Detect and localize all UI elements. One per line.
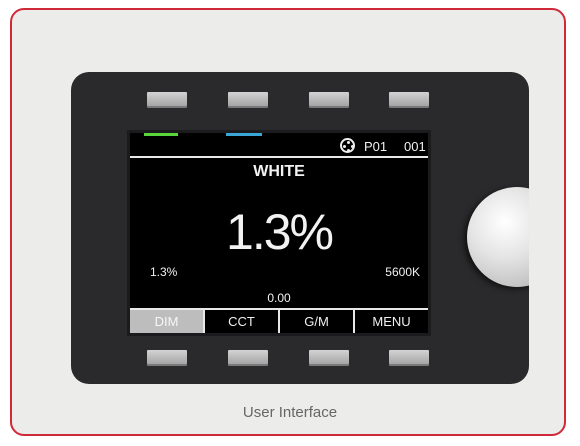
cct-value: 5600K bbox=[385, 265, 420, 279]
softkey-dim[interactable]: DIM bbox=[130, 310, 205, 333]
hardware-button-top-1[interactable] bbox=[147, 92, 187, 108]
status-strip bbox=[130, 133, 428, 136]
mode-title: WHITE bbox=[253, 163, 305, 180]
device-panel: P01 001 WHITE 1.3% 1.3% 5600K 0.00 DIM C… bbox=[71, 72, 529, 384]
main-value: 1.3% bbox=[226, 204, 334, 260]
dim-value: 1.3% bbox=[150, 265, 178, 279]
softkey-gm[interactable]: G/M bbox=[280, 310, 355, 333]
header-divider bbox=[130, 156, 428, 158]
softkey-bar: DIM CCT G/M MENU bbox=[130, 308, 428, 333]
hardware-button-bottom-1[interactable] bbox=[147, 350, 187, 366]
channel-label: 001 bbox=[404, 139, 426, 154]
profile-label: P01 bbox=[364, 139, 388, 154]
lcd-screen: P01 001 WHITE 1.3% 1.3% 5600K 0.00 DIM C… bbox=[127, 130, 431, 336]
dmx-connector-icon bbox=[340, 138, 355, 153]
hardware-button-top-4[interactable] bbox=[389, 92, 429, 108]
caption: User Interface bbox=[242, 404, 338, 421]
softkey-cct[interactable]: CCT bbox=[205, 310, 280, 333]
gm-value: 0.00 bbox=[267, 291, 291, 305]
softkey-menu[interactable]: MENU bbox=[355, 310, 428, 333]
hardware-button-top-2[interactable] bbox=[228, 92, 268, 108]
hardware-button-bottom-4[interactable] bbox=[389, 350, 429, 366]
hardware-button-bottom-2[interactable] bbox=[228, 350, 268, 366]
status-indicator-blue bbox=[226, 133, 262, 136]
ui-card: P01 001 WHITE 1.3% 1.3% 5600K 0.00 DIM C… bbox=[10, 8, 566, 436]
hardware-button-top-3[interactable] bbox=[309, 92, 349, 108]
hardware-button-bottom-3[interactable] bbox=[309, 350, 349, 366]
status-indicator-green bbox=[144, 133, 178, 136]
control-knob[interactable] bbox=[467, 187, 529, 287]
